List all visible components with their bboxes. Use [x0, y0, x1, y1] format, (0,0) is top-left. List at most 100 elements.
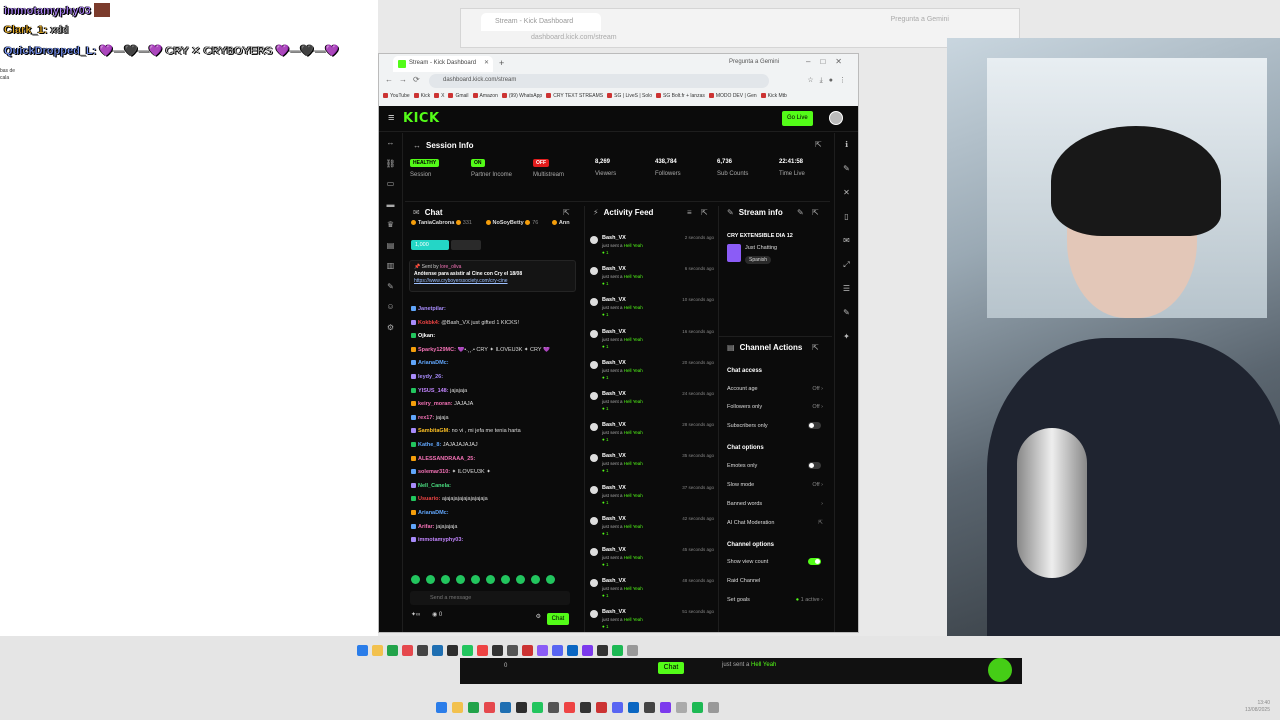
- filter-icon[interactable]: ≡: [687, 208, 692, 217]
- emote-icon[interactable]: [441, 575, 450, 584]
- activity-user[interactable]: Bash_VX: [602, 422, 626, 428]
- explorer-icon[interactable]: [452, 702, 463, 713]
- video-icon[interactable]: ▤: [379, 236, 402, 257]
- edit-icon[interactable]: ✎: [797, 208, 804, 217]
- popout-icon[interactable]: ⇱: [701, 208, 708, 217]
- chat-input[interactable]: Send a message: [410, 591, 570, 605]
- emotes-only-toggle[interactable]: [808, 462, 821, 469]
- subscribers-only-toggle[interactable]: [808, 422, 821, 429]
- chat-username[interactable]: SambitaGM:: [418, 428, 450, 434]
- emote-icon[interactable]: [531, 575, 540, 584]
- chat-username[interactable]: Usuario:: [418, 496, 440, 502]
- taskbar-app-icon[interactable]: [548, 702, 559, 713]
- kicks-icon[interactable]: ✦∞: [411, 612, 420, 618]
- activity-user[interactable]: Bash_VX: [602, 547, 626, 553]
- bookmark[interactable]: MODO DEV | Gen: [709, 93, 757, 99]
- settings-icon[interactable]: ⚙: [379, 318, 402, 339]
- bookmark[interactable]: X: [434, 93, 444, 99]
- discord-icon[interactable]: [612, 702, 623, 713]
- popout-icon[interactable]: ⇱: [812, 343, 819, 352]
- chat-username[interactable]: rex17:: [418, 415, 434, 421]
- chrome-icon[interactable]: [564, 702, 575, 713]
- gifter[interactable]: TaniaCabrona 331: [411, 220, 478, 226]
- emote-icon[interactable]: [516, 575, 525, 584]
- activity-user[interactable]: Bash_VX: [602, 297, 626, 303]
- bookmark[interactable]: SG Bolt.fr + lanzas: [656, 93, 705, 99]
- address-bar[interactable]: dashboard.kick.com/stream: [429, 74, 769, 88]
- bookmark[interactable]: SG | LiveS | Solo: [607, 93, 652, 99]
- show-view-count-toggle[interactable]: [808, 558, 821, 565]
- popout-icon[interactable]: ⇱: [563, 208, 570, 217]
- chat-username[interactable]: Janetpilar:: [418, 306, 446, 312]
- chat-username[interactable]: Kokbk4:: [418, 320, 440, 326]
- bookmark[interactable]: Kick Mtb: [761, 93, 787, 99]
- activity-user[interactable]: Bash_VX: [602, 578, 626, 584]
- gemini-button[interactable]: Pregunta a Gemini: [729, 59, 779, 65]
- bookmark[interactable]: Kick: [414, 93, 430, 99]
- bookmark[interactable]: YouTube: [383, 93, 410, 99]
- stream-icon[interactable]: ▭: [379, 174, 402, 195]
- activity-item[interactable]: Bash_VX just sent a Hell Yeah ● 1 20 second…: [587, 358, 715, 389]
- followers-only-row[interactable]: Followers only Off ›: [727, 404, 823, 410]
- bookmark[interactable]: (99) WhatsApp: [502, 93, 542, 99]
- gifter[interactable]: NoSoyBetty 76: [486, 220, 545, 226]
- users-icon[interactable]: ☺: [379, 297, 402, 318]
- chat-icon[interactable]: ✉: [835, 229, 858, 253]
- taskbar-app-icon[interactable]: [500, 702, 511, 713]
- activity-item[interactable]: Bash_VX just sent a Hell Yeah ● 1 24 second…: [587, 389, 715, 420]
- emote-icon[interactable]: [426, 575, 435, 584]
- puzzle-icon[interactable]: ✦: [835, 325, 858, 349]
- steam-icon[interactable]: [580, 702, 591, 713]
- info-icon[interactable]: ℹ: [835, 133, 858, 157]
- nav-buttons[interactable]: ←→⟳: [385, 75, 426, 84]
- taskbar-app-icon[interactable]: [596, 702, 607, 713]
- avatar[interactable]: [829, 111, 843, 125]
- chat-username[interactable]: immotamyphy03:: [418, 537, 463, 543]
- toolbar-icons[interactable]: ☆⤓●⋮: [807, 76, 852, 85]
- banned-words-row[interactable]: Banned words ›: [727, 501, 823, 507]
- activity-item[interactable]: Bash_VX just sent a Hell Yeah ● 1 10 second…: [587, 295, 715, 326]
- wrench-icon[interactable]: ✎: [835, 301, 858, 325]
- close-tab-icon[interactable]: ✕: [484, 59, 489, 66]
- popout-icon[interactable]: ⇱: [815, 140, 822, 149]
- taskbar-app-icon[interactable]: [532, 702, 543, 713]
- activity-user[interactable]: Bash_VX: [602, 266, 626, 272]
- activity-item[interactable]: Bash_VX just sent a Hell Yeah ● 1 35 second…: [587, 451, 715, 482]
- expand-icon[interactable]: ⤢: [835, 253, 858, 277]
- chat-username[interactable]: Arifar:: [418, 524, 435, 530]
- list-icon[interactable]: ☰: [835, 277, 858, 301]
- collapse-icon[interactable]: ↔: [379, 133, 402, 154]
- activity-item[interactable]: Bash_VX just sent a Hell Yeah ● 1 6 seconds…: [587, 264, 715, 295]
- chat-username[interactable]: Nell_Canela:: [418, 483, 451, 489]
- activity-item[interactable]: Bash_VX just sent a Hell Yeah ● 1 28 second…: [587, 420, 715, 451]
- popout-icon[interactable]: ⇱: [812, 208, 819, 217]
- windows-taskbar[interactable]: [436, 702, 719, 713]
- browser-tab[interactable]: Stream - Kick Dashboard ✕: [393, 56, 493, 72]
- document-icon[interactable]: ▯: [835, 205, 858, 229]
- chat-username[interactable]: Ojkan:: [418, 333, 435, 339]
- window-controls[interactable]: –□✕: [806, 57, 852, 66]
- activity-user[interactable]: Bash_VX: [602, 485, 626, 491]
- chat-username[interactable]: Sparky129MC:: [418, 347, 456, 353]
- menu-icon[interactable]: ≡: [388, 112, 394, 124]
- trophy-icon[interactable]: ♛: [379, 215, 402, 236]
- spotify-icon[interactable]: [692, 702, 703, 713]
- go-live-button[interactable]: Go Live: [782, 111, 813, 126]
- slow-mode-row[interactable]: Slow mode Off ›: [727, 482, 823, 488]
- raid-channel-row[interactable]: Raid Channel: [727, 578, 823, 584]
- activity-user[interactable]: Bash_VX: [602, 453, 626, 459]
- activity-item[interactable]: Bash_VX just sent a Hell Yeah ● 1 2 seconds…: [587, 233, 715, 264]
- set-goals-row[interactable]: Set goals ● 1 active ›: [727, 597, 823, 603]
- bookmark[interactable]: Amazon: [473, 93, 498, 99]
- wrench-icon[interactable]: ✎: [379, 277, 402, 298]
- activity-user[interactable]: Bash_VX: [602, 360, 626, 366]
- taskbar-app-icon[interactable]: [516, 702, 527, 713]
- taskbar-app-icon[interactable]: [708, 702, 719, 713]
- chat-username[interactable]: keiry_moran:: [418, 401, 453, 407]
- chat-username[interactable]: Kathe_8:: [418, 442, 441, 448]
- taskbar-app-icon[interactable]: [644, 702, 655, 713]
- chat-username[interactable]: leydy_26:: [418, 374, 443, 380]
- chat-send-button[interactable]: Chat: [547, 613, 569, 625]
- emote-icon[interactable]: [471, 575, 480, 584]
- activity-user[interactable]: Bash_VX: [602, 516, 626, 522]
